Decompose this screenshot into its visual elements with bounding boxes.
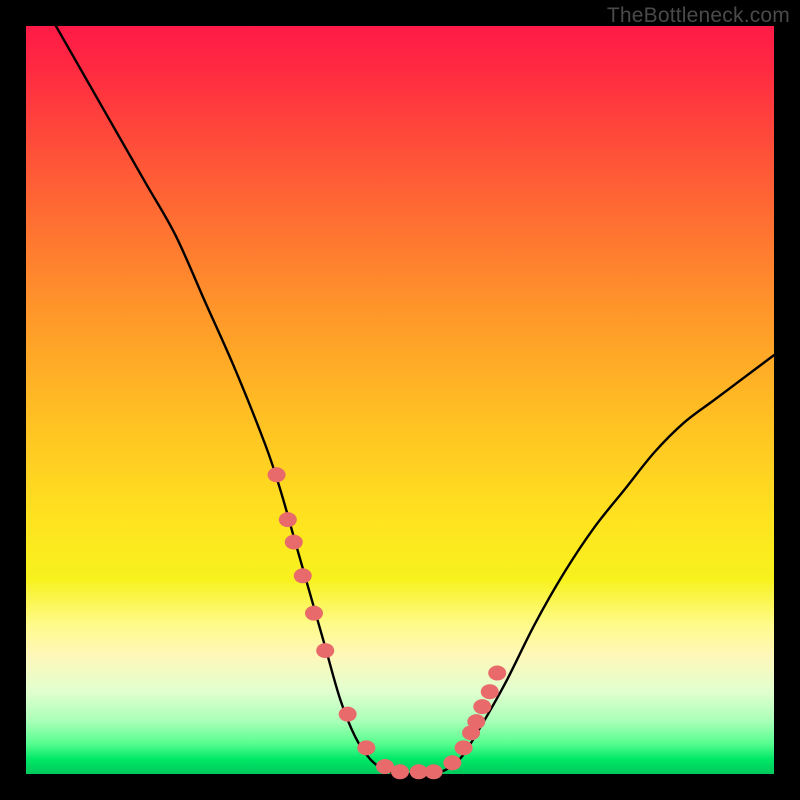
marker-group bbox=[268, 467, 507, 779]
bottleneck-curve bbox=[56, 26, 774, 774]
curve-marker bbox=[305, 606, 323, 621]
curve-marker bbox=[425, 764, 443, 779]
curve-marker bbox=[473, 699, 491, 714]
watermark-text: TheBottleneck.com bbox=[607, 4, 790, 28]
curve-marker bbox=[481, 684, 499, 699]
curve-marker bbox=[316, 643, 334, 658]
curve-marker bbox=[339, 707, 357, 722]
curve-marker bbox=[285, 535, 303, 550]
curve-marker bbox=[488, 666, 506, 681]
curve-marker bbox=[443, 755, 461, 770]
chart-frame: TheBottleneck.com bbox=[0, 0, 800, 800]
curve-marker bbox=[268, 467, 286, 482]
curve-marker bbox=[467, 714, 485, 729]
chart-svg bbox=[26, 26, 774, 774]
curve-marker bbox=[357, 740, 375, 755]
curve-marker bbox=[391, 764, 409, 779]
curve-marker bbox=[455, 740, 473, 755]
curve-marker bbox=[294, 568, 312, 583]
curve-marker bbox=[279, 512, 297, 527]
plot-area bbox=[26, 26, 774, 774]
